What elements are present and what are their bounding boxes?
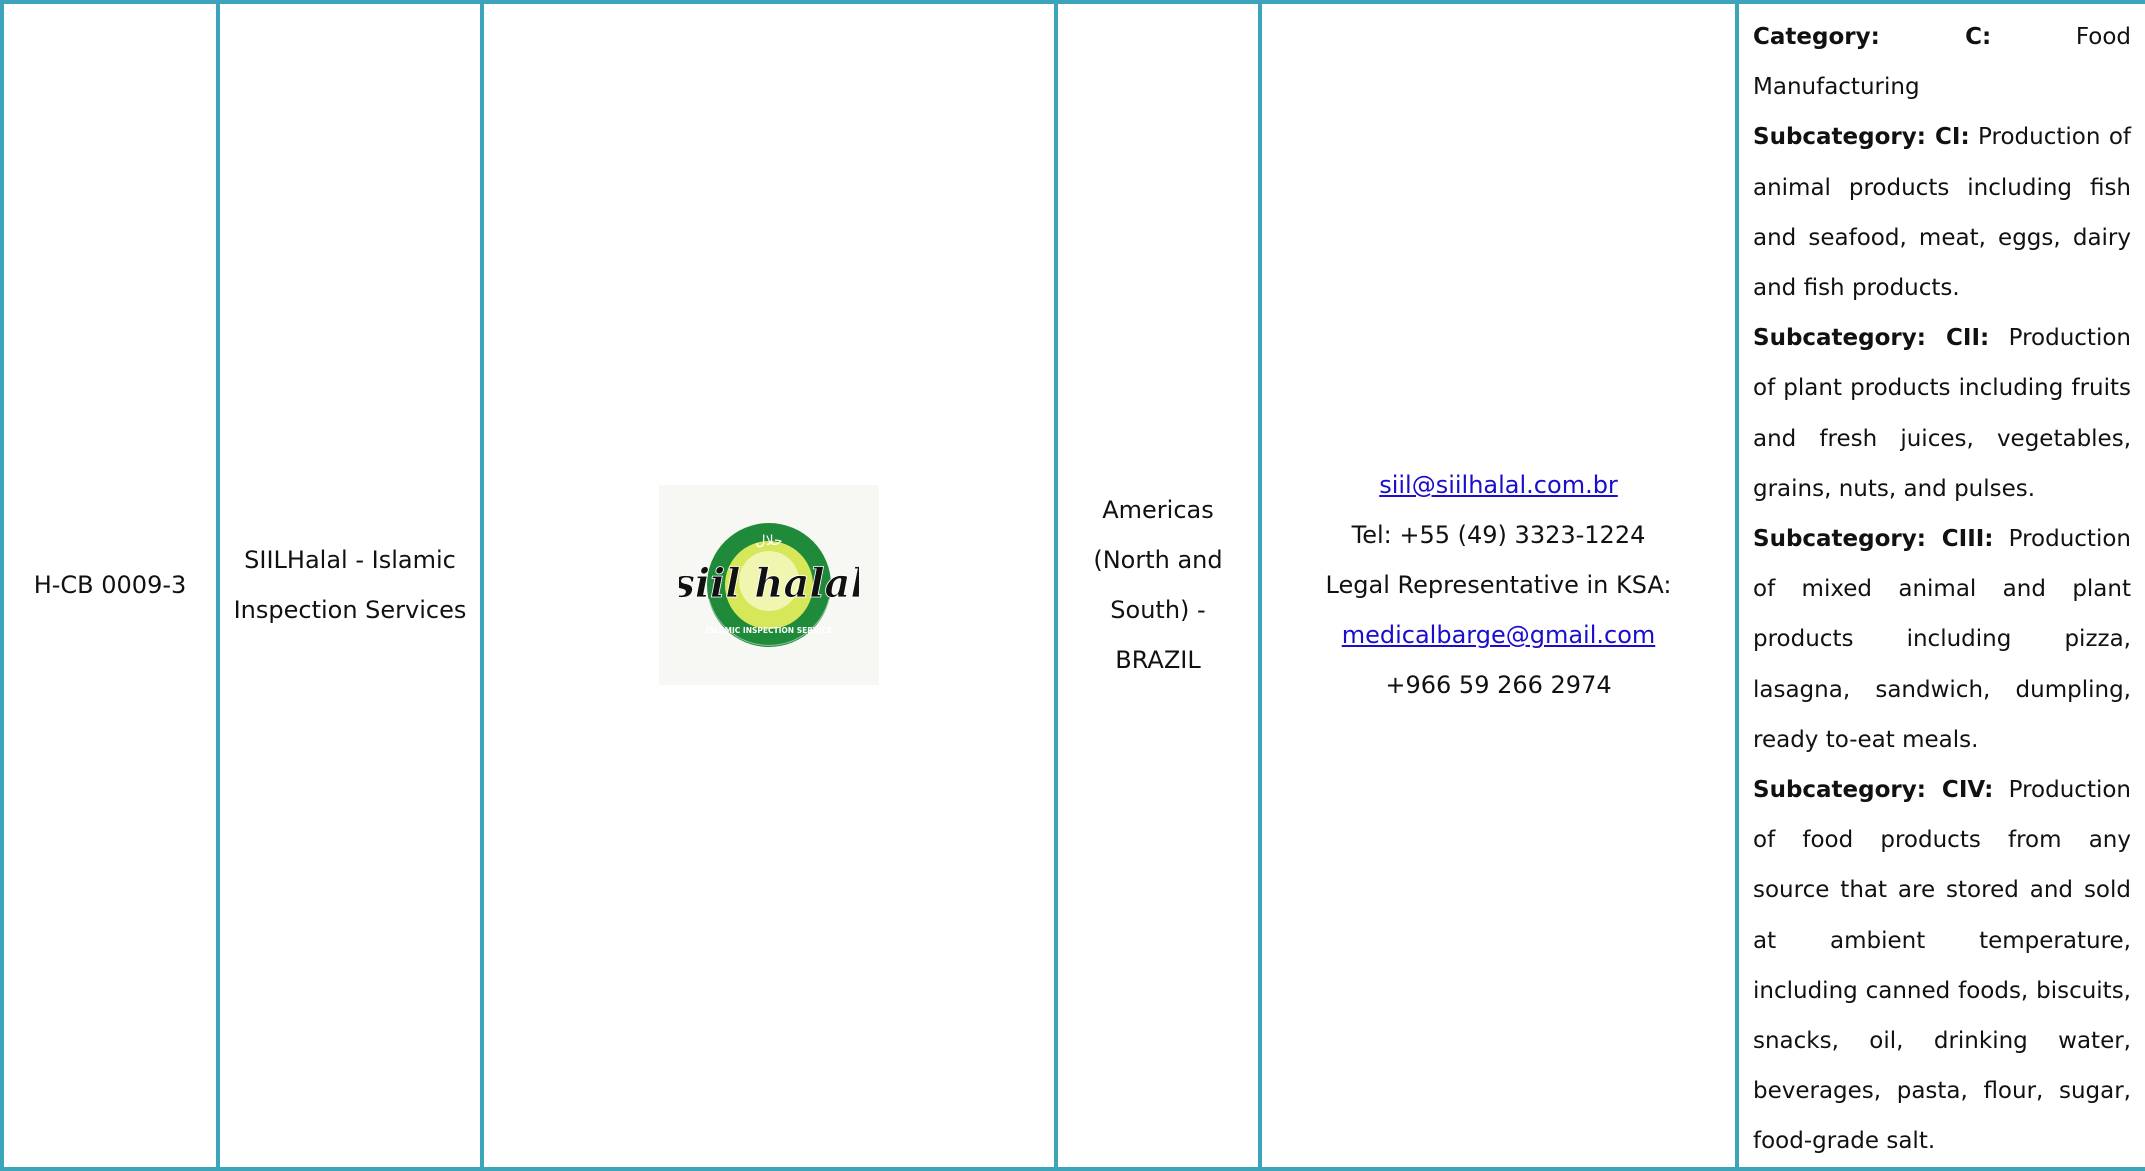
logo-graphic: حلال siil halal ISLAMIC INSPECTION SERVI… xyxy=(679,523,859,648)
cb-name-line-2: Inspection Services xyxy=(233,596,467,625)
subcategory-text: Production of plant products including f… xyxy=(1753,325,2131,502)
cb-code-cell: H-CB 0009-3 xyxy=(0,0,220,1171)
subcategory-label: Subcategory: CIII: xyxy=(1753,526,1994,553)
table-row: H-CB 0009-3 SIILHalal - Islamic Inspecti… xyxy=(0,0,2145,1171)
tel-text: Tel: +55 (49) 3323-1224 xyxy=(1351,521,1646,550)
logo-arabic-text: حلال xyxy=(755,533,782,549)
subcategory-civ: Subcategory: CIV: Production of food pro… xyxy=(1753,765,2131,1167)
category-c: Category: C: Food Manufacturing xyxy=(1753,12,2131,112)
email-link[interactable]: siil@siilhalal.com.br xyxy=(1262,460,1735,510)
region-line-2: (North and xyxy=(1093,546,1223,575)
legal-phone-text: +966 59 266 2974 xyxy=(1385,671,1612,700)
subcategory-ciii: Subcategory: CIII: Production of mixed a… xyxy=(1753,514,2131,765)
logo-ring-text: ISLAMIC INSPECTION SERVICE xyxy=(706,626,832,635)
subcategory-text: Production of food products from any sou… xyxy=(1753,777,2131,1155)
cb-code: H-CB 0009-3 xyxy=(33,571,187,600)
subcategory-cii: Subcategory: CII: Production of plant pr… xyxy=(1753,313,2131,514)
subcategory-label: Subcategory: CI: xyxy=(1753,124,1970,151)
subcategory-text: Production of mixed animal and plant pro… xyxy=(1753,526,2131,753)
cb-contact-cell: siil@siilhalal.com.br Tel: +55 (49) 3323… xyxy=(1258,0,1739,1171)
cb-name-line-1: SIILHalal - Islamic xyxy=(244,546,456,575)
cb-logo-cell: حلال siil halal ISLAMIC INSPECTION SERVI… xyxy=(480,0,1058,1171)
subcategory-label: Subcategory: CII: xyxy=(1753,325,1990,352)
cb-name-cell: SIILHalal - Islamic Inspection Services xyxy=(216,0,484,1171)
subcategory-text: Production of animal products including … xyxy=(1753,124,2131,302)
subcategory-label: Subcategory: CIV: xyxy=(1753,777,1994,804)
category-label: Category: C: xyxy=(1753,24,1992,50)
subcategory-ci: Subcategory: CI: Production of animal pr… xyxy=(1753,112,2131,313)
region-line-4: BRAZIL xyxy=(1115,646,1201,675)
siilhalal-logo-icon: حلال siil halal ISLAMIC INSPECTION SERVI… xyxy=(659,485,879,686)
cb-region-cell: Americas (North and South) - BRAZIL xyxy=(1054,0,1262,1171)
cb-categories-cell: Category: C: Food Manufacturing Subcateg… xyxy=(1735,0,2145,1171)
region-line-3: South) - xyxy=(1110,596,1206,625)
region-line-1: Americas xyxy=(1102,496,1214,525)
legal-rep-label: Legal Representative in KSA: xyxy=(1325,571,1672,600)
legal-email-link[interactable]: medicalbarge@gmail.com xyxy=(1262,610,1735,660)
certification-body-table: H-CB 0009-3 SIILHalal - Islamic Inspecti… xyxy=(0,0,2145,1171)
logo-wordmark: siil halal xyxy=(679,560,859,607)
